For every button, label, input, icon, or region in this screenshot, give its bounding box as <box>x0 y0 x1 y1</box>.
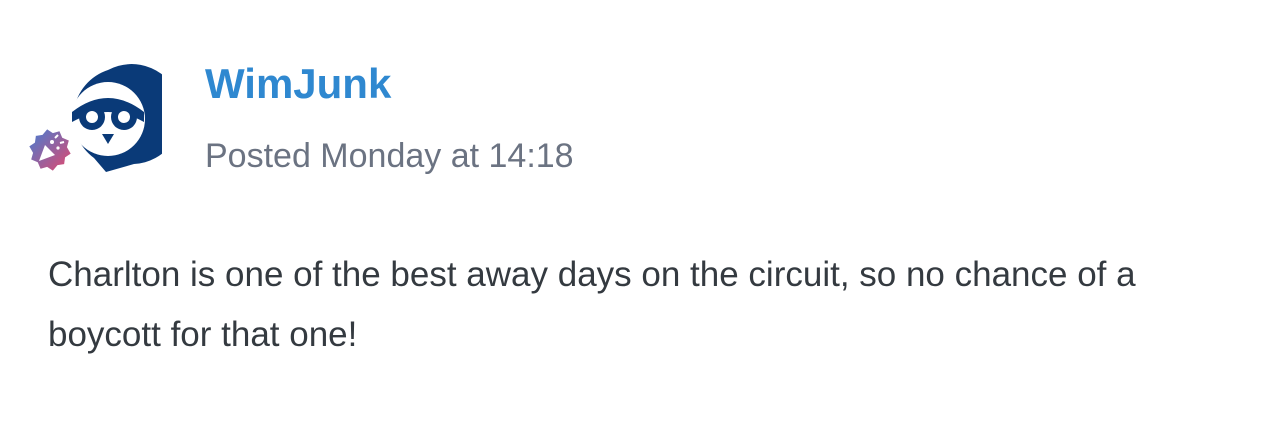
author-name-link[interactable]: WimJunk <box>205 60 391 108</box>
post-timestamp[interactable]: Posted Monday at 14:18 <box>205 137 574 176</box>
forum-post: WimJunk Posted Monday at 14:18 Charlton … <box>0 0 1284 443</box>
party-popper-icon <box>26 126 74 174</box>
post-content: Charlton is one of the best away days on… <box>48 255 1136 354</box>
author-avatar[interactable] <box>22 62 162 184</box>
owl-logo-icon <box>26 64 162 174</box>
